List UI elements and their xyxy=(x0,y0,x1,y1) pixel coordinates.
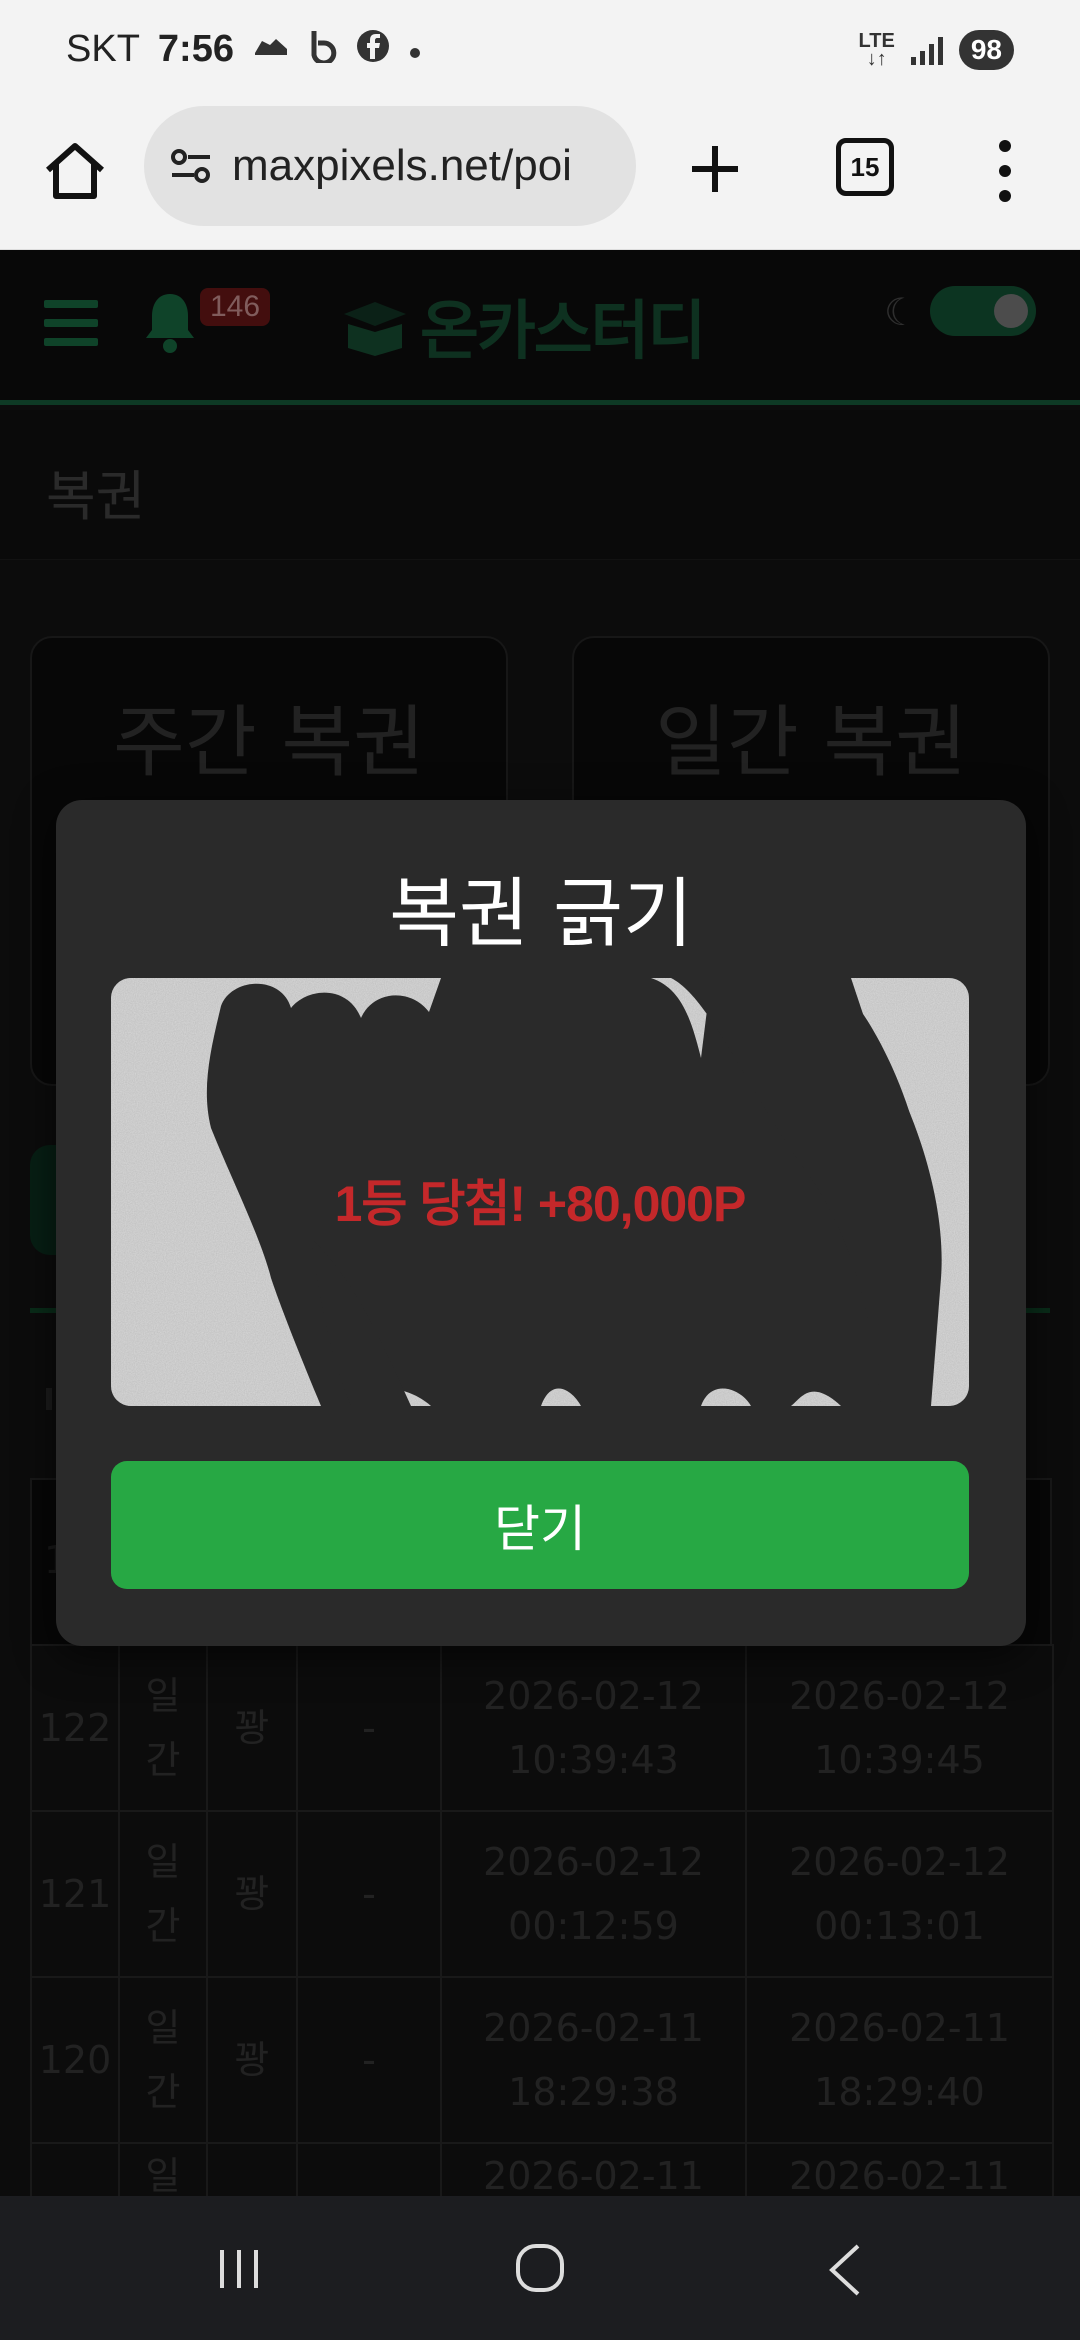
b-app-icon xyxy=(308,29,338,71)
screen: SKT 7:56 LTE ↓↑ 98 maxpixels.net/poi 15 … xyxy=(0,0,1080,2340)
status-bar: SKT 7:56 LTE ↓↑ 98 xyxy=(0,0,1080,100)
site-settings-icon[interactable] xyxy=(166,141,216,191)
back-icon[interactable] xyxy=(822,2240,866,2300)
recent-apps-icon[interactable] xyxy=(214,2244,264,2294)
shoe-icon xyxy=(252,31,290,69)
new-tab-icon[interactable] xyxy=(680,134,750,204)
system-nav-bar xyxy=(0,2196,1080,2340)
browser-toolbar: maxpixels.net/poi 15 xyxy=(0,100,1080,250)
url-text: maxpixels.net/poi xyxy=(232,141,572,190)
close-button[interactable]: 닫기 xyxy=(111,1461,969,1589)
address-bar[interactable]: maxpixels.net/poi xyxy=(144,106,636,226)
network-type: LTE ↓↑ xyxy=(858,30,895,70)
scratch-lottery-modal: 복권 긁기 1등 당첨! +80,000P 닫기 xyxy=(56,800,1026,1646)
network-label: LTE xyxy=(858,30,895,52)
scratch-card[interactable]: 1등 당첨! +80,000P xyxy=(111,978,969,1406)
modal-title: 복권 긁기 xyxy=(389,869,693,958)
prize-result-text: 1등 당첨! +80,000P xyxy=(334,1176,747,1232)
carrier-label: SKT xyxy=(66,28,140,70)
dot-icon xyxy=(408,31,422,68)
clock: 7:56 xyxy=(157,28,234,70)
home-icon[interactable] xyxy=(40,136,110,206)
status-left: SKT 7:56 xyxy=(66,28,422,71)
more-menu-icon[interactable] xyxy=(990,138,1020,204)
facebook-icon xyxy=(356,29,390,71)
home-nav-icon[interactable] xyxy=(512,2240,568,2296)
battery-badge: 98 xyxy=(958,30,1014,70)
status-right: LTE ↓↑ 98 xyxy=(859,30,1014,70)
tab-switcher-button[interactable]: 15 xyxy=(836,138,894,196)
signal-icon xyxy=(910,35,943,65)
